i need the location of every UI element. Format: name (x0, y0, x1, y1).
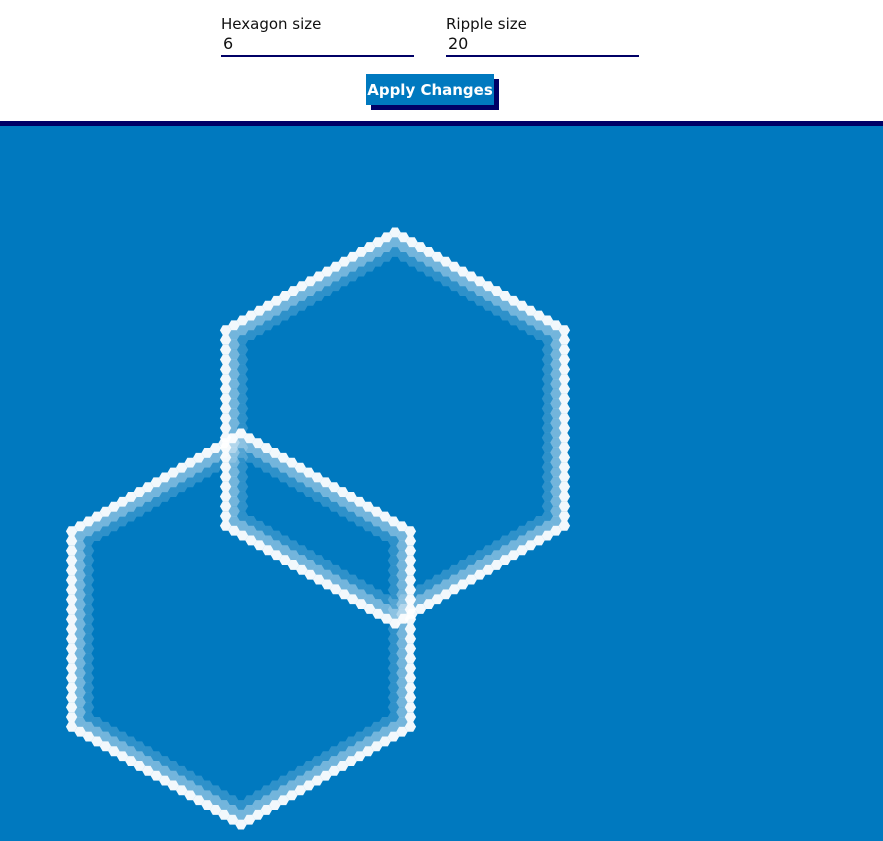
hexagon-size-label: Hexagon size (221, 15, 322, 33)
ripple-size-label: Ripple size (446, 15, 527, 33)
hexagon-canvas[interactable] (0, 126, 883, 841)
hexagon-size-input[interactable] (221, 34, 414, 57)
hexagon-grid (65, 227, 571, 830)
ripple-size-field: Ripple size (446, 14, 639, 57)
controls-panel: Hexagon size Ripple size Apply Changes (0, 0, 883, 121)
ripple-size-input[interactable] (446, 34, 639, 57)
hexagon-size-field: Hexagon size (221, 14, 414, 57)
apply-changes-button[interactable]: Apply Changes (366, 74, 494, 105)
